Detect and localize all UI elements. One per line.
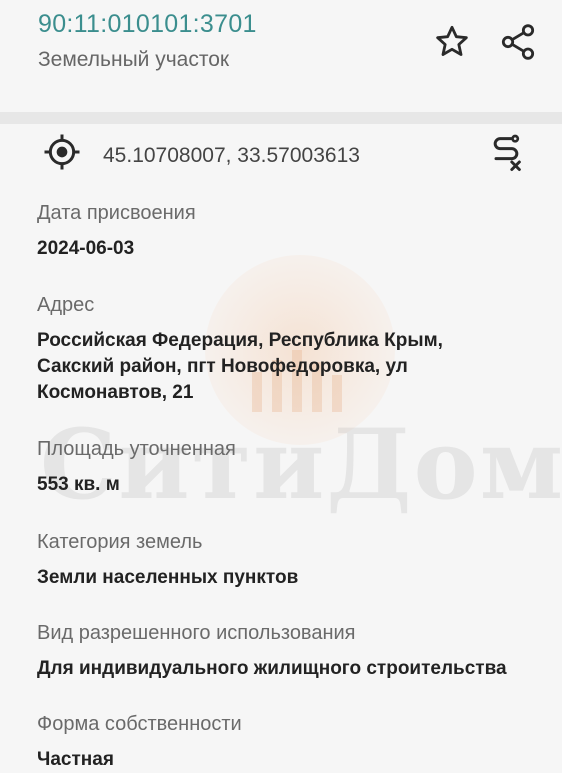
share-button[interactable] [496, 20, 540, 64]
field-value: Земли населенных пунктов [37, 567, 299, 588]
coordinates-text[interactable]: 45.10708007, 33.57003613 [103, 144, 360, 168]
cadastral-number[interactable]: 90:11:010101:3701 [38, 10, 257, 39]
field-value: Российская Федерация, Республика Крым, С… [37, 330, 443, 403]
locate-button[interactable] [40, 130, 84, 174]
object-header: 90:11:010101:3701 Земельный участок [0, 0, 562, 112]
field-area: Площадь уточненная 553 кв. м [37, 436, 556, 498]
object-type: Земельный участок [38, 48, 230, 71]
field-value: Для индивидуального жилищного строительс… [37, 658, 507, 679]
field-label: Категория земель [37, 531, 203, 553]
field-permitted-use: Вид разрешенного использования Для индив… [37, 620, 556, 682]
favorite-button[interactable] [430, 20, 474, 64]
route-clear-icon [493, 134, 521, 171]
field-address: Адрес Российская Федерация, Республика К… [37, 292, 556, 406]
field-value: Частная [37, 749, 114, 770]
gps-target-icon [44, 134, 80, 170]
field-ownership-form: Форма собственности Частная [37, 711, 556, 773]
field-land-category: Категория земель Земли населенных пункто… [37, 529, 556, 591]
field-assignment-date: Дата присвоения 2024-06-03 [37, 200, 556, 262]
route-button[interactable] [484, 130, 528, 174]
field-value: 2024-06-03 [37, 238, 135, 259]
field-label: Площадь уточненная [37, 438, 236, 460]
field-label: Форма собственности [37, 713, 242, 735]
field-label: Адрес [37, 294, 95, 316]
field-label: Вид разрешенного использования [37, 622, 356, 644]
field-value: 553 кв. м [37, 474, 120, 495]
share-icon [501, 24, 535, 60]
field-label: Дата присвоения [37, 202, 196, 224]
star-outline-icon [436, 25, 468, 56]
section-divider [0, 112, 562, 124]
